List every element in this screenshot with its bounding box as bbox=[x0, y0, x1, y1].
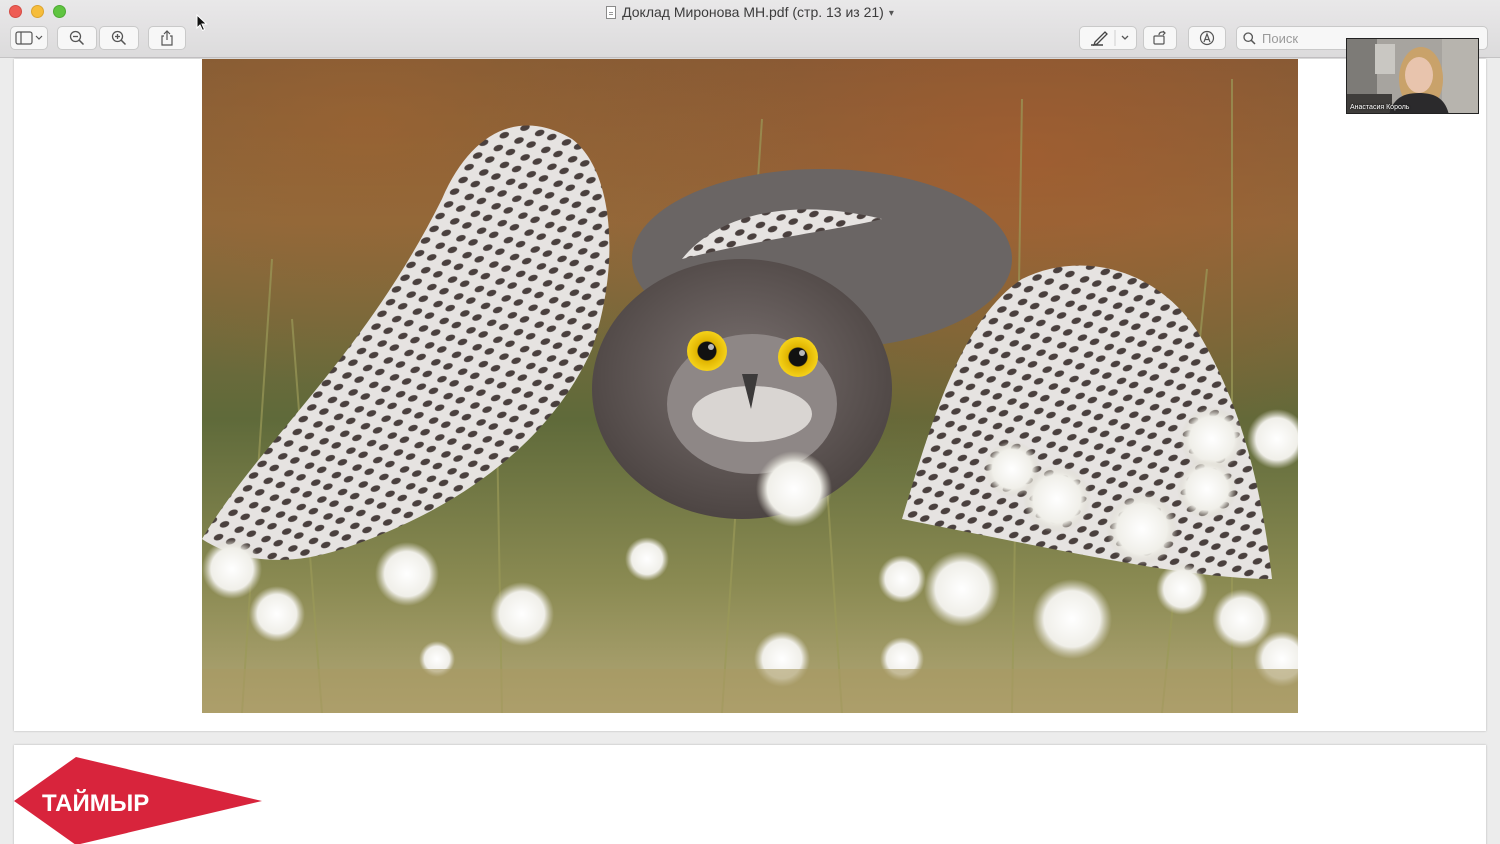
pdf-document-icon bbox=[606, 6, 617, 19]
logo-text: ТАЙМЫР bbox=[42, 789, 149, 817]
markup-circle-icon bbox=[1199, 30, 1215, 46]
window-toolbar: Доклад Миронова МН.pdf (стр. 13 из 21) ▾ bbox=[0, 0, 1500, 58]
sidebar-toggle-button[interactable] bbox=[10, 26, 48, 50]
chevron-down-icon: ▾ bbox=[888, 8, 894, 19]
taimyr-logo: ТАЙМЫР bbox=[14, 757, 262, 844]
magnifier-icon bbox=[1243, 31, 1256, 45]
zoom-out-icon bbox=[69, 30, 85, 46]
pdf-page-14: ТАЙМЫР bbox=[14, 745, 1486, 844]
window-title: Доклад Миронова МН.pdf (стр. 13 из 21) bbox=[622, 4, 884, 20]
rotate-icon bbox=[1153, 30, 1166, 45]
pdf-page-13 bbox=[14, 59, 1486, 731]
pen-icon bbox=[1091, 30, 1129, 46]
video-call-tile[interactable]: Анастасия Король bbox=[1346, 38, 1479, 114]
owl-photo-illustration bbox=[202, 59, 1298, 713]
snowy-owl-chick-photo bbox=[202, 59, 1298, 713]
sidebar-toggle-icon bbox=[15, 31, 43, 45]
zoom-out-button[interactable] bbox=[57, 26, 97, 50]
participant-name: Анастасия Король bbox=[1350, 104, 1410, 111]
window-title-area[interactable]: Доклад Миронова МН.pdf (стр. 13 из 21) ▾ bbox=[0, 4, 1500, 22]
zoom-in-button[interactable] bbox=[99, 26, 139, 50]
markup-toolbar-button[interactable] bbox=[1188, 26, 1226, 50]
document-scroll-area[interactable]: ТАЙМЫР bbox=[0, 59, 1500, 844]
participant-video-feed bbox=[1347, 39, 1478, 113]
mouse-cursor-icon bbox=[196, 14, 208, 32]
markup-pen-button[interactable] bbox=[1079, 26, 1137, 50]
rotate-button[interactable] bbox=[1143, 26, 1177, 50]
share-button[interactable] bbox=[148, 26, 186, 50]
share-icon bbox=[161, 30, 173, 46]
zoom-in-icon bbox=[111, 30, 127, 46]
